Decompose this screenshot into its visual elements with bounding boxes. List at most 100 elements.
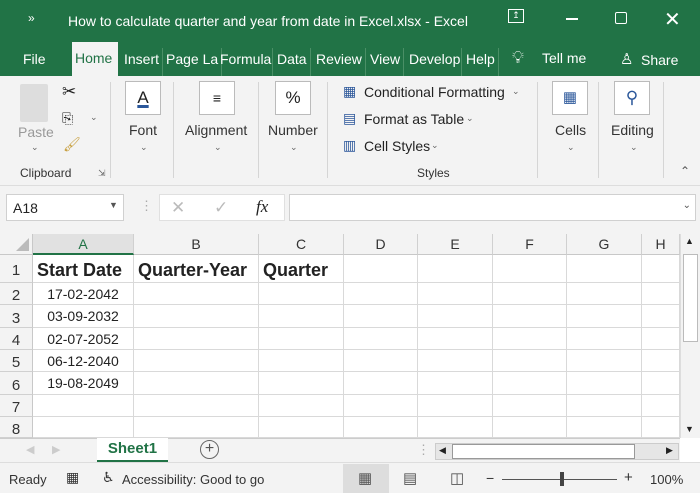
- cell-A4[interactable]: 02-07-2052: [33, 328, 134, 350]
- next-sheet-icon[interactable]: ▶: [52, 443, 60, 456]
- cell-H6[interactable]: [642, 372, 680, 395]
- tab-file[interactable]: File: [20, 48, 49, 76]
- cell-E6[interactable]: [418, 372, 493, 395]
- row-header-6[interactable]: 6: [0, 372, 33, 395]
- cell-H2[interactable]: [642, 283, 680, 305]
- cell-C4[interactable]: [259, 328, 344, 350]
- cell-G3[interactable]: [567, 305, 642, 328]
- horizontal-scrollbar[interactable]: ◀ ▶: [435, 443, 679, 460]
- cell-C1[interactable]: Quarter: [259, 255, 344, 283]
- sheet-tab-sheet1[interactable]: Sheet1: [97, 438, 168, 462]
- cell-A5[interactable]: 06-12-2040: [33, 350, 134, 372]
- expand-formula-icon[interactable]: ⌄: [683, 200, 691, 211]
- cell-G4[interactable]: [567, 328, 642, 350]
- page-break-view-icon[interactable]: ◫: [450, 469, 464, 487]
- cell-styles-button[interactable]: Cell Styles: [364, 138, 430, 154]
- cell-A1[interactable]: Start Date: [33, 255, 134, 283]
- cell-E7[interactable]: [418, 395, 493, 417]
- cell-A6[interactable]: 19-08-2049: [33, 372, 134, 395]
- cell-F6[interactable]: [493, 372, 567, 395]
- cell-E1[interactable]: [418, 255, 493, 283]
- normal-view-button[interactable]: ▦: [343, 464, 389, 493]
- cell-C3[interactable]: [259, 305, 344, 328]
- enter-icon[interactable]: ✓: [214, 198, 228, 218]
- vertical-scroll-thumb[interactable]: [683, 254, 698, 342]
- cell-A2[interactable]: 17-02-2042: [33, 283, 134, 305]
- cell-D8[interactable]: [344, 417, 418, 438]
- cell-B2[interactable]: [134, 283, 259, 305]
- cell-G8[interactable]: [567, 417, 642, 438]
- cell-B3[interactable]: [134, 305, 259, 328]
- accessibility-status[interactable]: Accessibility: Good to go: [122, 472, 264, 487]
- cell-E2[interactable]: [418, 283, 493, 305]
- tab-page-layout[interactable]: Page La: [163, 48, 223, 76]
- cell-H8[interactable]: [642, 417, 680, 438]
- name-box[interactable]: A18 ▼: [6, 194, 124, 221]
- column-header-B[interactable]: B: [134, 234, 259, 255]
- cell-F8[interactable]: [493, 417, 567, 438]
- accessibility-icon[interactable]: ♿︎: [102, 469, 115, 486]
- row-header-8[interactable]: 8: [0, 417, 33, 438]
- tab-developer[interactable]: Develop: [406, 48, 462, 76]
- column-header-F[interactable]: F: [493, 234, 567, 255]
- tab-home[interactable]: Home: [72, 42, 118, 76]
- scroll-down-icon[interactable]: ▼: [685, 424, 694, 434]
- cell-A7[interactable]: [33, 395, 134, 417]
- alignment-icon[interactable]: ≡: [199, 81, 235, 115]
- cell-G6[interactable]: [567, 372, 642, 395]
- column-header-D[interactable]: D: [344, 234, 418, 255]
- scroll-left-icon[interactable]: ◀: [439, 445, 446, 456]
- tab-data[interactable]: Data: [274, 48, 311, 76]
- cell-D2[interactable]: [344, 283, 418, 305]
- row-header-3[interactable]: 3: [0, 305, 33, 328]
- copy-icon[interactable]: ⎘: [62, 110, 73, 127]
- cell-F7[interactable]: [493, 395, 567, 417]
- row-header-5[interactable]: 5: [0, 350, 33, 372]
- editing-button[interactable]: Editing: [611, 122, 654, 138]
- cell-H7[interactable]: [642, 395, 680, 417]
- cell-B7[interactable]: [134, 395, 259, 417]
- new-sheet-icon[interactable]: +: [200, 440, 219, 459]
- cell-F1[interactable]: [493, 255, 567, 283]
- tab-help[interactable]: Help: [463, 48, 499, 76]
- cell-G5[interactable]: [567, 350, 642, 372]
- format-painter-icon[interactable]: 🖌︎: [63, 136, 81, 153]
- cell-D1[interactable]: [344, 255, 418, 283]
- paste-icon[interactable]: [20, 84, 48, 122]
- cell-C2[interactable]: [259, 283, 344, 305]
- alignment-button[interactable]: Alignment: [185, 122, 247, 138]
- cell-B6[interactable]: [134, 372, 259, 395]
- search-icon[interactable]: ⚲: [614, 81, 650, 115]
- cell-G1[interactable]: [567, 255, 642, 283]
- cells-button[interactable]: Cells: [555, 122, 586, 138]
- cells-icon[interactable]: ▦: [552, 81, 588, 115]
- cell-F4[interactable]: [493, 328, 567, 350]
- tab-insert[interactable]: Insert: [121, 48, 164, 76]
- cell-C7[interactable]: [259, 395, 344, 417]
- zoom-level[interactable]: 100%: [650, 472, 683, 487]
- dialog-launcher-icon[interactable]: ⇲: [98, 168, 106, 179]
- cell-G7[interactable]: [567, 395, 642, 417]
- formula-input[interactable]: ⌄: [289, 194, 696, 221]
- row-header-7[interactable]: 7: [0, 395, 33, 417]
- font-icon[interactable]: A: [125, 81, 161, 115]
- cell-E8[interactable]: [418, 417, 493, 438]
- cut-icon[interactable]: ✂: [62, 82, 76, 102]
- paste-button[interactable]: Paste: [18, 124, 54, 140]
- page-layout-view-icon[interactable]: ▤: [403, 469, 417, 487]
- tab-split-grip[interactable]: ⋮: [417, 442, 430, 458]
- column-header-C[interactable]: C: [259, 234, 344, 255]
- tab-formulas[interactable]: Formula: [217, 48, 273, 76]
- cell-B8[interactable]: [134, 417, 259, 438]
- cell-D5[interactable]: [344, 350, 418, 372]
- percent-icon[interactable]: %: [275, 81, 311, 115]
- column-header-H[interactable]: H: [642, 234, 680, 255]
- collapse-ribbon-icon[interactable]: ⌃: [680, 164, 690, 178]
- column-header-A[interactable]: A: [33, 234, 134, 255]
- zoom-in-icon[interactable]: +: [624, 469, 633, 486]
- maximize-icon[interactable]: [615, 12, 627, 24]
- row-header-4[interactable]: 4: [0, 328, 33, 350]
- cell-A8[interactable]: [33, 417, 134, 438]
- horizontal-scroll-thumb[interactable]: [452, 444, 635, 459]
- quick-access-more-icon[interactable]: »: [28, 11, 35, 25]
